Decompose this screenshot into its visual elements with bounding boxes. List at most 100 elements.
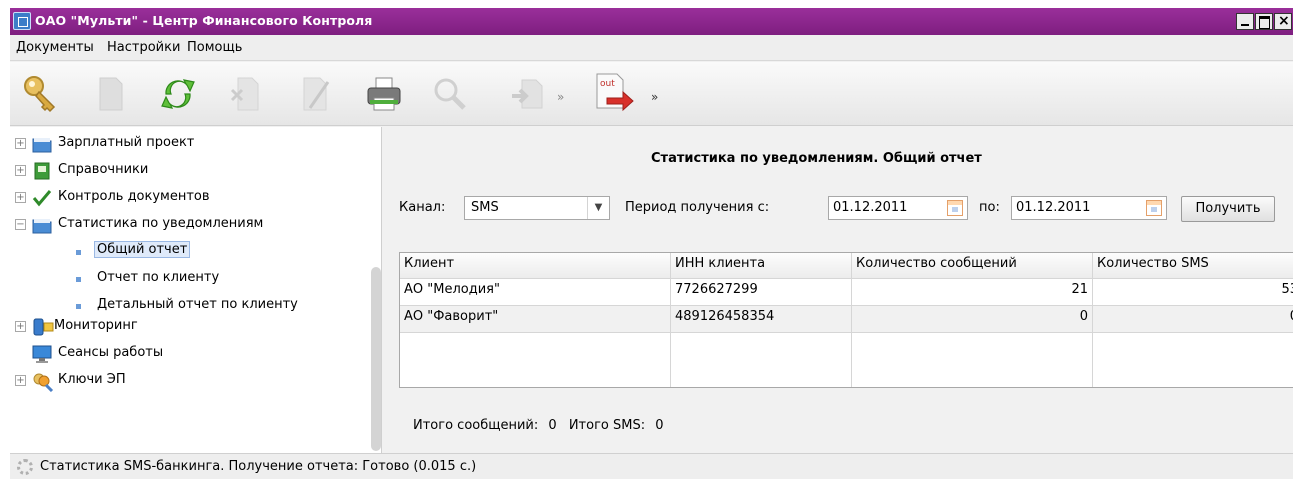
toolbar-overflow-chevron-icon[interactable]: » (557, 90, 564, 104)
table-cell-inn[interactable]: 489126458354 (671, 306, 852, 333)
period-from-field[interactable]: 01.12.2011 (828, 196, 968, 220)
column-header-inn[interactable]: ИНН клиента (671, 253, 852, 279)
tree-item-label: Контроль документов (58, 189, 210, 204)
toolbar-overflow-chevron-icon[interactable]: » (651, 90, 658, 104)
tree-item-label: Общий отчет (94, 241, 191, 258)
period-to-value: 01.12.2011 (1016, 200, 1091, 215)
period-to-field[interactable]: 01.12.2011 (1011, 196, 1167, 220)
period-from-label: Период получения с: (625, 200, 770, 215)
channel-select[interactable]: SMS ▼ (464, 196, 610, 220)
export-out-icon[interactable]: out (593, 72, 637, 116)
monitor-icon (32, 345, 52, 363)
window-title: ОАО "Мульти" - Центр Финансового Контрол… (35, 13, 373, 28)
tree-item-label: Детальный отчет по клиенту (97, 297, 298, 312)
table-cell-inn[interactable]: 7726627299 (671, 279, 852, 306)
channel-label: Канал: (399, 200, 446, 215)
tree-item-label: Статистика по уведомлениям (58, 216, 264, 231)
tree-item-detailed-client-report[interactable]: Детальный отчет по клиенту (10, 293, 370, 315)
tree-item-salary-project[interactable]: + Зарплатный проект (10, 131, 370, 157)
tree-item-label: Сеансы работы (58, 345, 164, 360)
status-text: Статистика SMS-банкинга. Получение отчет… (40, 459, 477, 474)
period-to-label: по: (979, 200, 1000, 215)
menu-bar: Документы Настройки Помощь (10, 35, 1293, 61)
totals-messages-label: Итого сообщений: (413, 418, 539, 433)
close-button[interactable]: × (1274, 13, 1292, 30)
channel-select-value: SMS (471, 200, 499, 215)
close-icon: × (1278, 13, 1290, 29)
tree-scrollbar[interactable] (371, 267, 381, 451)
tree-item-document-control[interactable]: + Контроль документов (10, 185, 370, 211)
delete-document-icon (224, 72, 268, 116)
totals-messages-value: 0 (548, 418, 557, 433)
calendar-icon[interactable] (1146, 200, 1162, 216)
minimize-button[interactable] (1236, 13, 1254, 30)
get-report-button[interactable]: Получить (1181, 196, 1275, 222)
app-window: ОАО "Мульти" - Центр Финансового Контрол… (10, 8, 1293, 479)
folder-icon (32, 135, 52, 153)
bullet-icon (76, 250, 81, 255)
tree-item-label: Справочники (58, 162, 149, 177)
tree-item-general-report[interactable]: Общий отчет (10, 239, 370, 265)
report-panel: Статистика по уведомлениям. Общий отчет … (383, 127, 1293, 453)
maximize-button[interactable] (1255, 13, 1273, 30)
table-empty-cell (671, 333, 852, 387)
expand-icon[interactable]: + (15, 321, 26, 332)
monitoring-icon (32, 318, 54, 336)
table-cell-sms[interactable]: 53 (1093, 279, 1293, 306)
search-icon (428, 72, 472, 116)
table-empty-cell (400, 333, 671, 387)
tree-item-label: Зарплатный проект (58, 135, 195, 150)
expand-icon[interactable]: + (15, 138, 26, 149)
tree-item-sessions[interactable]: Сеансы работы (10, 341, 370, 367)
menu-settings[interactable]: Настройки (107, 40, 180, 55)
edit-document-icon (292, 72, 336, 116)
table-empty-cell (1093, 333, 1293, 387)
checkmark-icon (32, 189, 52, 207)
table-cell-sms[interactable]: 0 (1093, 306, 1293, 333)
menu-documents[interactable]: Документы (16, 40, 94, 55)
tree-item-directories[interactable]: + Справочники (10, 158, 370, 184)
expand-icon[interactable]: + (15, 192, 26, 203)
refresh-icon[interactable] (156, 72, 200, 116)
tree-item-label: Отчет по клиенту (97, 270, 220, 285)
report-table: Клиент ИНН клиента Количество сообщений … (399, 252, 1293, 388)
book-icon (32, 162, 52, 180)
table-cell-messages[interactable]: 21 (852, 279, 1093, 306)
menu-help[interactable]: Помощь (187, 40, 242, 55)
expand-icon[interactable]: + (15, 375, 26, 386)
tree-item-label: Мониторинг (54, 318, 138, 333)
report-title: Статистика по уведомлениям. Общий отчет (651, 151, 982, 166)
loading-spinner-icon (17, 459, 33, 475)
table-cell-client[interactable]: АО "Фаворит" (400, 306, 671, 333)
printer-icon[interactable] (362, 72, 406, 116)
collapse-icon[interactable]: − (15, 219, 26, 230)
chevron-down-icon[interactable]: ▼ (587, 197, 609, 219)
tree-item-signature-keys[interactable]: + Ключи ЭП (10, 368, 370, 394)
column-header-messages[interactable]: Количество сообщений (852, 253, 1093, 279)
tree-item-monitoring[interactable]: + Мониторинг (10, 314, 370, 340)
new-document-icon (88, 72, 132, 116)
folder-open-icon (32, 216, 52, 234)
column-header-client[interactable]: Клиент (400, 253, 671, 279)
import-icon (506, 72, 550, 116)
calendar-icon[interactable] (947, 200, 963, 216)
tree-item-label: Ключи ЭП (58, 372, 126, 387)
period-from-value: 01.12.2011 (833, 200, 908, 215)
title-bar[interactable]: ОАО "Мульти" - Центр Финансового Контрол… (10, 8, 1293, 35)
status-bar: Статистика SMS-банкинга. Получение отчет… (10, 453, 1293, 479)
tree-item-client-report[interactable]: Отчет по клиенту (10, 266, 370, 292)
report-totals: Итого сообщений: 0 Итого SMS: 0 (413, 418, 664, 433)
tree-item-notification-stats[interactable]: − Статистика по уведомлениям (10, 212, 370, 238)
key-icon[interactable] (18, 72, 62, 116)
bullet-icon (76, 304, 81, 309)
table-cell-messages[interactable]: 0 (852, 306, 1093, 333)
app-logo-icon (13, 12, 31, 30)
keys-icon (32, 372, 54, 393)
column-header-sms[interactable]: Количество SMS (1093, 253, 1293, 279)
expand-icon[interactable]: + (15, 165, 26, 176)
export-badge-text: out (600, 79, 615, 89)
toolbar: » out » (10, 62, 1293, 126)
totals-sms-label: Итого SMS: (568, 418, 646, 433)
table-cell-client[interactable]: АО "Мелодия" (400, 279, 671, 306)
table-empty-cell (852, 333, 1093, 387)
